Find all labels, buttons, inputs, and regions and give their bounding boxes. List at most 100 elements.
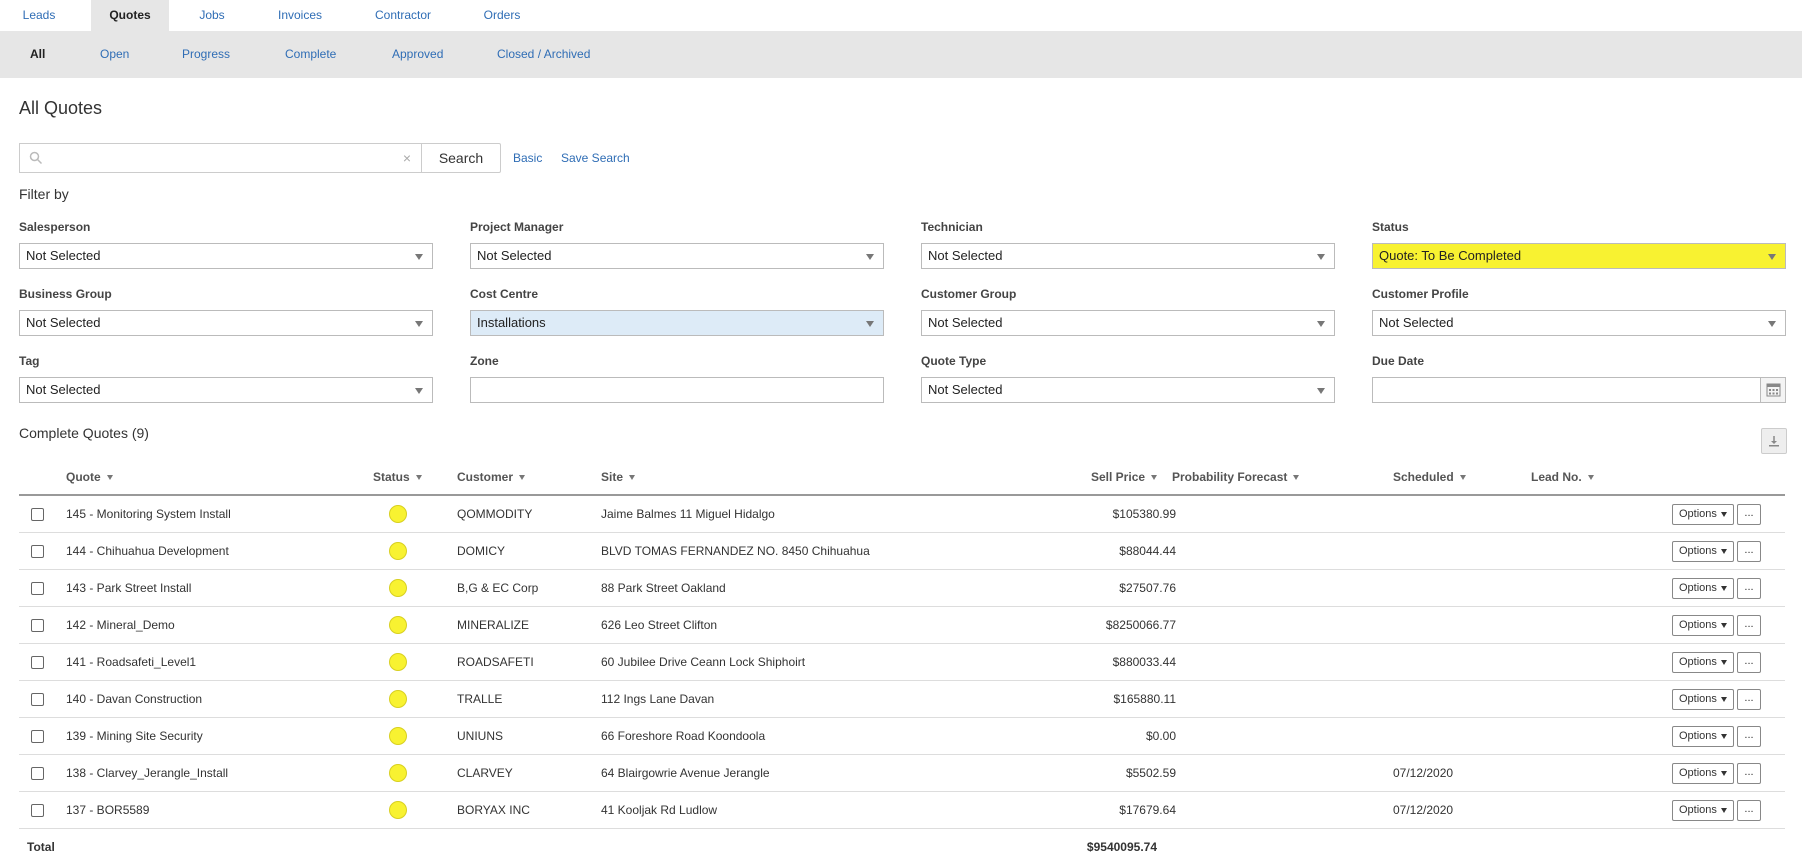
customer-group-select[interactable]: Not Selected <box>921 310 1335 336</box>
more-button[interactable]: ... <box>1737 763 1761 784</box>
column-header-site[interactable]: Site <box>601 470 636 484</box>
table-row[interactable]: 145 - Monitoring System Install QOMMODIT… <box>19 496 1785 533</box>
status-select[interactable]: Quote: To Be Completed <box>1372 243 1786 269</box>
tab-quotes[interactable]: Quotes <box>91 0 169 31</box>
basic-search-link[interactable]: Basic <box>513 151 542 165</box>
table-row[interactable]: 144 - Chihuahua Development DOMICY BLVD … <box>19 533 1785 570</box>
more-button[interactable]: ... <box>1737 652 1761 673</box>
project-manager-select[interactable]: Not Selected <box>470 243 884 269</box>
quote-cell[interactable]: 137 - BOR5589 <box>66 803 149 817</box>
column-header-sell-price[interactable]: Sell Price <box>1091 470 1158 484</box>
row-checkbox[interactable] <box>31 582 44 595</box>
save-search-link[interactable]: Save Search <box>561 151 630 165</box>
column-header-status[interactable]: Status <box>373 470 422 484</box>
status-indicator <box>389 727 407 745</box>
options-label: Options <box>1679 545 1717 557</box>
business-group-select[interactable]: Not Selected <box>19 310 433 336</box>
search-button[interactable]: Search <box>421 143 501 173</box>
row-checkbox[interactable] <box>31 545 44 558</box>
row-checkbox[interactable] <box>31 767 44 780</box>
column-header-probability-forecast[interactable]: Probability Forecast <box>1172 470 1300 484</box>
customer-profile-select[interactable]: Not Selected <box>1372 310 1786 336</box>
tag-value: Not Selected <box>26 382 101 397</box>
quote-cell[interactable]: 143 - Park Street Install <box>66 581 191 595</box>
more-button[interactable]: ... <box>1737 541 1761 562</box>
search-box[interactable]: × <box>19 143 421 173</box>
more-button[interactable]: ... <box>1737 615 1761 636</box>
tab-orders[interactable]: Orders <box>483 0 521 31</box>
subtab-all[interactable]: All <box>30 31 45 78</box>
more-button[interactable]: ... <box>1737 689 1761 710</box>
more-button[interactable]: ... <box>1737 800 1761 821</box>
quote-cell[interactable]: 139 - Mining Site Security <box>66 729 203 743</box>
filter-label-salesperson: Salesperson <box>19 220 91 234</box>
tag-select[interactable]: Not Selected <box>19 377 433 403</box>
row-checkbox[interactable] <box>31 619 44 632</box>
table-row[interactable]: 141 - Roadsafeti_Level1 ROADSAFETI 60 Ju… <box>19 644 1785 681</box>
options-button[interactable]: Options <box>1672 615 1734 636</box>
salesperson-select[interactable]: Not Selected <box>19 243 433 269</box>
table-row[interactable]: 137 - BOR5589 BORYAX INC 41 Kooljak Rd L… <box>19 792 1785 829</box>
column-header-label: Status <box>373 470 410 484</box>
options-button[interactable]: Options <box>1672 800 1734 821</box>
options-button[interactable]: Options <box>1672 652 1734 673</box>
subtab-progress[interactable]: Progress <box>182 31 230 78</box>
table-title: Complete Quotes (9) <box>19 425 149 441</box>
row-checkbox[interactable] <box>31 693 44 706</box>
calendar-icon[interactable] <box>1760 378 1785 402</box>
tab-invoices[interactable]: Invoices <box>276 0 324 31</box>
customer-cell: BORYAX INC <box>457 803 530 817</box>
options-button[interactable]: Options <box>1672 689 1734 710</box>
more-button[interactable]: ... <box>1737 726 1761 747</box>
tab-leads[interactable]: Leads <box>19 0 59 31</box>
quote-type-select[interactable]: Not Selected <box>921 377 1335 403</box>
options-button[interactable]: Options <box>1672 578 1734 599</box>
options-button[interactable]: Options <box>1672 504 1734 525</box>
options-button[interactable]: Options <box>1672 726 1734 747</box>
customer-cell: B,G & EC Corp <box>457 581 539 595</box>
search-input[interactable] <box>48 148 388 168</box>
site-cell: 41 Kooljak Rd Ludlow <box>601 803 718 817</box>
column-header-customer[interactable]: Customer <box>457 470 526 484</box>
column-header-quote[interactable]: Quote <box>66 470 113 484</box>
quote-cell[interactable]: 142 - Mineral_Demo <box>66 618 175 632</box>
project-manager-value: Not Selected <box>477 248 552 263</box>
table-row[interactable]: 139 - Mining Site Security UNIUNS 66 For… <box>19 718 1785 755</box>
more-button[interactable]: ... <box>1737 504 1761 525</box>
clear-icon[interactable]: × <box>403 150 411 166</box>
chevron-down-icon <box>1768 254 1776 260</box>
cost-centre-select[interactable]: Installations <box>470 310 884 336</box>
chevron-down-icon <box>415 388 423 394</box>
column-header-lead-no[interactable]: Lead No. <box>1531 470 1594 484</box>
options-label: Options <box>1679 693 1717 705</box>
filter-label-cost-centre: Cost Centre <box>470 287 539 301</box>
zone-input[interactable] <box>470 377 884 403</box>
row-checkbox[interactable] <box>31 804 44 817</box>
quote-cell[interactable]: 145 - Monitoring System Install <box>66 507 231 521</box>
export-button[interactable] <box>1761 428 1787 454</box>
options-button[interactable]: Options <box>1672 763 1734 784</box>
column-header-scheduled[interactable]: Scheduled <box>1393 470 1466 484</box>
quote-cell[interactable]: 144 - Chihuahua Development <box>66 544 229 558</box>
row-checkbox[interactable] <box>31 730 44 743</box>
more-button[interactable]: ... <box>1737 578 1761 599</box>
table-row[interactable]: 140 - Davan Construction TRALLE 112 Ings… <box>19 681 1785 718</box>
quote-cell[interactable]: 141 - Roadsafeti_Level1 <box>66 655 196 669</box>
table-row[interactable]: 138 - Clarvey_Jerangle_Install CLARVEY 6… <box>19 755 1785 792</box>
subtab-approved[interactable]: Approved <box>392 31 443 78</box>
row-checkbox[interactable] <box>31 508 44 521</box>
chevron-down-icon <box>415 254 423 260</box>
options-button[interactable]: Options <box>1672 541 1734 562</box>
quote-cell[interactable]: 140 - Davan Construction <box>66 692 202 706</box>
tab-contractor[interactable]: Contractor <box>374 0 432 31</box>
table-row[interactable]: 142 - Mineral_Demo MINERALIZE 626 Leo St… <box>19 607 1785 644</box>
quote-cell[interactable]: 138 - Clarvey_Jerangle_Install <box>66 766 228 780</box>
row-checkbox[interactable] <box>31 656 44 669</box>
subtab-open[interactable]: Open <box>100 31 129 78</box>
tab-jobs[interactable]: Jobs <box>198 0 226 31</box>
subtab-complete[interactable]: Complete <box>285 31 336 78</box>
due-date-input[interactable] <box>1372 377 1786 403</box>
table-row[interactable]: 143 - Park Street Install B,G & EC Corp … <box>19 570 1785 607</box>
technician-select[interactable]: Not Selected <box>921 243 1335 269</box>
subtab-closed-archived[interactable]: Closed / Archived <box>497 31 590 78</box>
